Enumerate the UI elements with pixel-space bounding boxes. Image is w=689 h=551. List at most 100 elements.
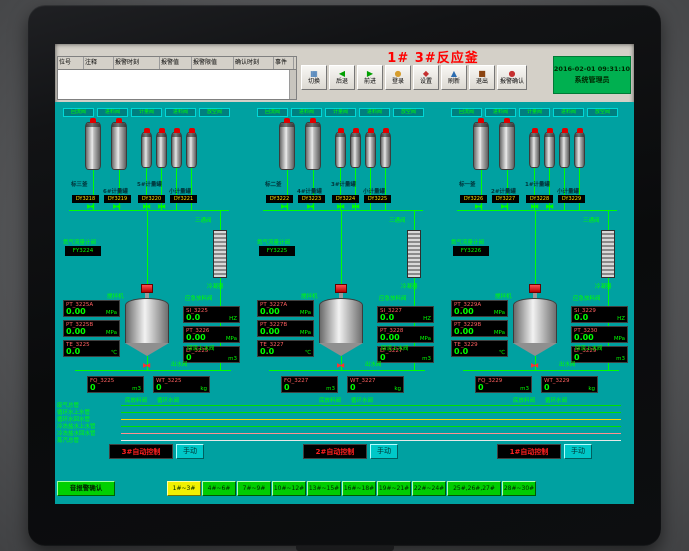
instrument-unit: ℃: [111, 350, 117, 356]
metering-tank: [365, 132, 376, 168]
bottom-valve-icon[interactable]: ▶◀: [143, 363, 148, 369]
pipe-line: [121, 426, 621, 427]
process-diagram: 音报警确认 1#~3#4#~6#7#~9#10#~12#13#~15#16#~1…: [55, 102, 634, 504]
instrument-unit: MPa: [106, 310, 117, 316]
control-panel-2: 2#自动控制手动: [303, 444, 398, 459]
instrument-display: SI_32270.0HZ: [377, 306, 434, 323]
reactor-dome: [513, 298, 557, 312]
pipe: [220, 210, 221, 230]
current-user: 系统管理员: [575, 75, 610, 85]
condenser: [213, 230, 227, 278]
tank-top-band: [351, 133, 360, 137]
toolbar-alarm-ack-button[interactable]: ●报警确认: [497, 65, 527, 90]
toolbar-refresh-button[interactable]: ▲刷新: [441, 65, 467, 90]
tank-cap-indicator: [116, 118, 122, 123]
tank-cap-indicator: [383, 128, 389, 133]
toolbar-exit-button[interactable]: ■退出: [469, 65, 495, 90]
tank-top-band: [336, 133, 345, 137]
alarm-column-header: 位号: [58, 57, 84, 69]
page-button-2[interactable]: 4#~6#: [202, 481, 236, 496]
reactor-cone: [513, 343, 557, 356]
alarm-column-header: 报警限值: [192, 57, 234, 69]
instrument-unit: MPa: [614, 336, 625, 342]
metering-tank: [499, 122, 515, 170]
toolbar-switch-button[interactable]: ▦切换: [301, 65, 327, 90]
toolbar-button-label: 报警确认: [500, 78, 524, 85]
tank-tag: DY3219: [104, 195, 131, 203]
manual-mode-button[interactable]: 手动: [564, 444, 592, 459]
bottom-valve-icon[interactable]: ▶◀: [531, 363, 536, 369]
valve-label-chip: 计量阀: [325, 108, 356, 117]
metering-tank: [574, 132, 585, 168]
agitator-motor: [529, 284, 541, 293]
instrument-unit: m3: [228, 356, 237, 362]
instrument-value: 0.00: [574, 334, 594, 342]
toolbar-login-button[interactable]: ●登录: [385, 65, 411, 90]
tank-top-band: [530, 133, 539, 137]
valve-label-chip: 进料阀: [485, 108, 516, 117]
manual-mode-button[interactable]: 手动: [370, 444, 398, 459]
tank-top-band: [500, 123, 514, 127]
voice-alarm-ack-button[interactable]: 音报警确认: [57, 481, 115, 496]
tank-top-band: [187, 133, 196, 137]
page-button-8[interactable]: 22#~24#: [412, 481, 446, 496]
valve-label-chip: 进料阀: [165, 108, 196, 117]
tank-label: 小计量罐: [363, 187, 385, 195]
switch-icon: ▦: [310, 70, 318, 78]
valve-label: 回流上水阀: [187, 344, 215, 352]
valve-label-chip: 回流阀: [257, 108, 288, 117]
pipe: [263, 210, 423, 211]
toolbar-button-label: 设置: [420, 78, 432, 85]
reactor-dome: [125, 298, 169, 312]
tank-tag: DY3223: [298, 195, 325, 203]
hmi-screen: 位号注释报警时刻报警值报警限值确认时刻事件 1# 3#反应釜 ▦切换◀后退▶前进…: [55, 44, 634, 504]
metering-tank: [529, 132, 540, 168]
reactor-body: [125, 311, 169, 343]
bottom-valve-icon[interactable]: ▶◀: [337, 363, 342, 369]
page-button-3[interactable]: 7#~9#: [237, 481, 271, 496]
manual-mode-button[interactable]: 手动: [176, 444, 204, 459]
pipe: [608, 210, 609, 230]
alarm-column-header: 报警时刻: [114, 57, 160, 69]
instrument-display: WT_32270kg: [347, 376, 404, 393]
exit-icon: ■: [478, 70, 486, 78]
instrument-value: 0.0: [380, 314, 394, 322]
tank-top-band: [86, 123, 100, 127]
instrument-value: 0.00: [186, 334, 206, 342]
three-way-valve-label: 三通阀: [195, 216, 212, 224]
pipe: [457, 210, 617, 211]
tank-cap-indicator: [174, 128, 180, 133]
tank-tag: DY3224: [332, 195, 359, 203]
tank-cap-indicator: [284, 118, 290, 123]
toolbar-settings-button[interactable]: ◆设置: [413, 65, 439, 90]
instrument-value: 0.00: [454, 308, 474, 316]
instrument-unit: kg: [588, 386, 595, 392]
valve-label-chip: 回流阀: [451, 108, 482, 117]
metering-tank: [171, 132, 182, 168]
valve-label-chip: 进料阀: [97, 108, 128, 117]
valve-label-chip: 回流阀: [63, 108, 94, 117]
datetime-text: 2016-02-01 09:31:10: [554, 65, 630, 73]
page-button-4[interactable]: 10#~12#: [272, 481, 306, 496]
page-button-7[interactable]: 19#~21#: [377, 481, 411, 496]
pipe-line: [121, 412, 621, 413]
three-way-valve-label: 三通阀: [389, 216, 406, 224]
flow-meter-label: 氮气流量计阀: [257, 238, 290, 246]
toolbar-back-button[interactable]: ◀后退: [329, 65, 355, 90]
instrument-display: PT_32260.00MPa: [183, 326, 240, 343]
tank-label: 6#计量罐: [103, 187, 128, 195]
pipe: [463, 370, 619, 371]
metering-tank: [111, 122, 127, 170]
toolbar-forward-button[interactable]: ▶前进: [357, 65, 383, 90]
page-button-9[interactable]: 25#,26#,27#: [447, 481, 501, 496]
page-button-5[interactable]: 13#~15#: [307, 481, 341, 496]
page-button-6[interactable]: 16#~18#: [342, 481, 376, 496]
alarm-table-scrollbar[interactable]: [289, 70, 296, 99]
flow-meter-tag: FY3224: [65, 246, 101, 256]
page-button-1[interactable]: 1#~3#: [167, 481, 201, 496]
reactor-cone: [125, 343, 169, 356]
page-button-10[interactable]: 28#~30#: [502, 481, 536, 496]
valve-label: 底放料阀: [513, 396, 535, 404]
condenser: [601, 230, 615, 278]
instrument-display: TE_32270.0℃: [257, 340, 314, 357]
